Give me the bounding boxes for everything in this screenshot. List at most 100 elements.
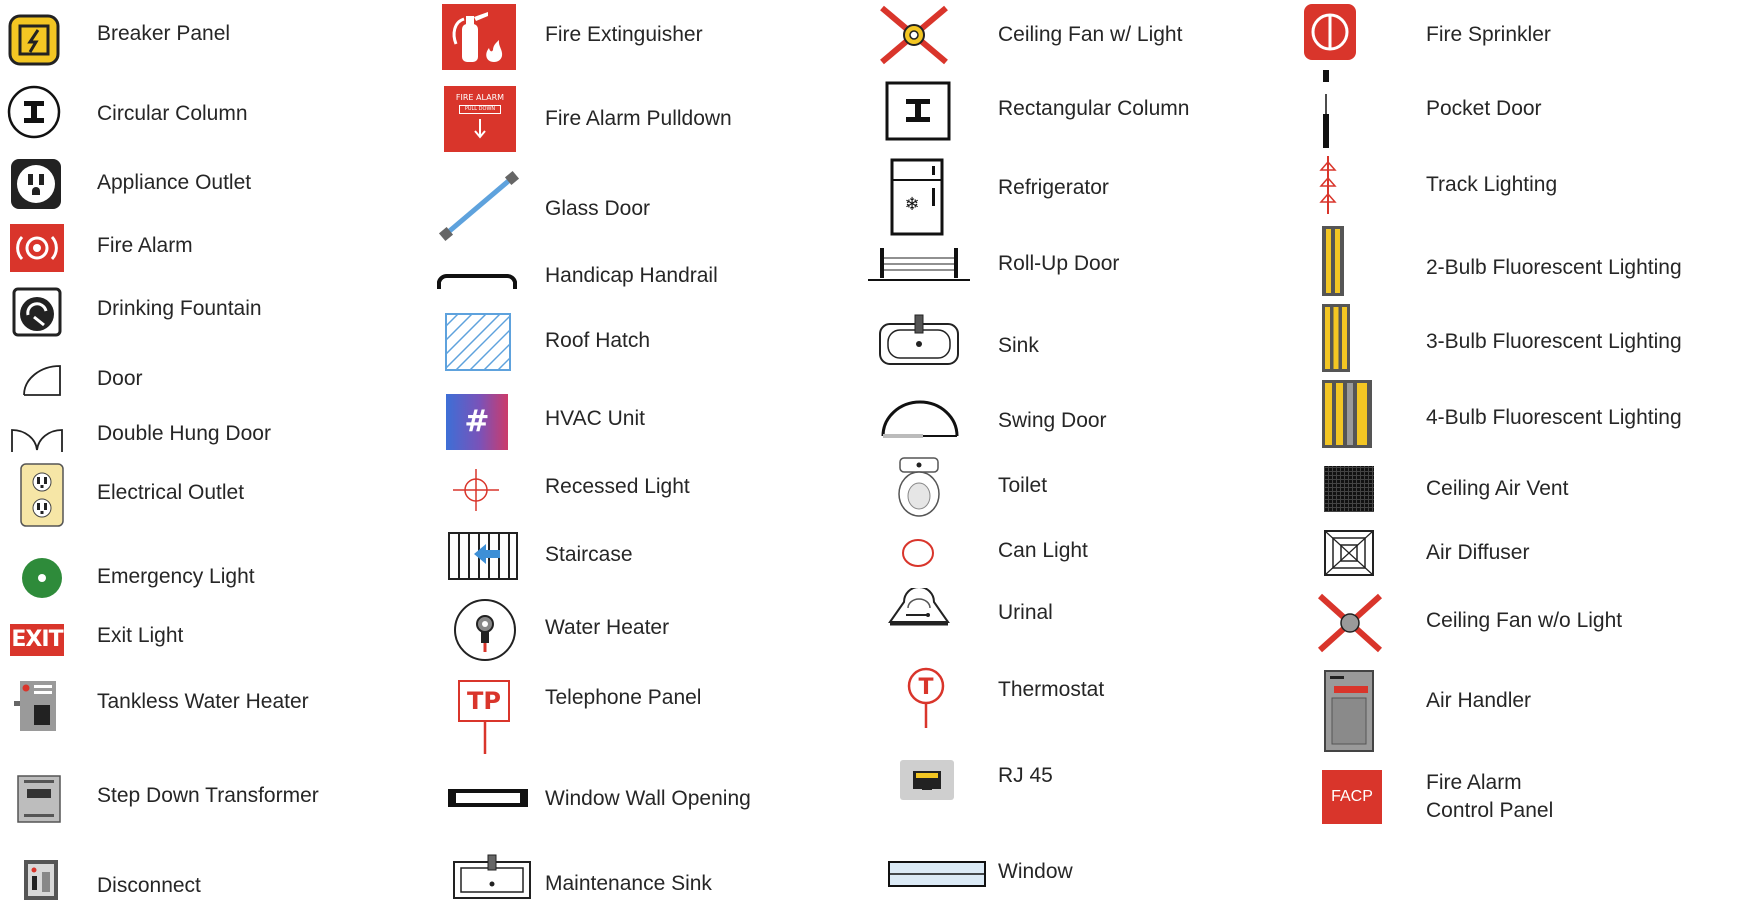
fire-alarm-pulldown-icon: FIRE ALARM PULL DOWN (444, 86, 516, 152)
window-wall-opening-icon (448, 789, 528, 807)
glass-door-icon (438, 170, 520, 242)
exit-light-label: Exit Light (97, 624, 184, 647)
step-down-transformer-icon (17, 775, 61, 823)
rj45-icon (900, 760, 954, 800)
hvac-unit-label: HVAC Unit (545, 407, 645, 430)
thermostat-icon: T (907, 667, 945, 728)
track-lighting-label: Track Lighting (1426, 173, 1558, 196)
can-light-icon (902, 539, 934, 567)
rectangular-column-icon (885, 81, 951, 141)
roll-up-door-icon (868, 248, 970, 281)
urinal-icon (888, 588, 950, 626)
roof-hatch-icon (445, 313, 511, 371)
toilet-icon (898, 457, 940, 517)
air-handler-label: Air Handler (1426, 689, 1532, 712)
sink-icon (879, 314, 959, 365)
air-handler-icon (1324, 670, 1374, 752)
circular-column-icon (7, 85, 61, 139)
hvac-unit-icon: # (446, 394, 508, 450)
pull-down-text: PULL DOWN (459, 105, 501, 114)
telephone-panel-icon: TP (458, 680, 510, 722)
glass-door-label: Glass Door (545, 197, 651, 220)
can-light-label: Can Light (998, 539, 1088, 562)
step-down-transformer-label: Step Down Transformer (97, 784, 319, 807)
ceiling-fan-light-label: Ceiling Fan w/ Light (998, 23, 1183, 46)
telephone-panel-stem-icon (483, 722, 487, 754)
track-lighting-icon (1319, 156, 1337, 214)
ceiling-air-vent-icon (1324, 466, 1374, 512)
tankless-water-heater-label: Tankless Water Heater (97, 690, 309, 713)
exit-sign-icon: EXIT (10, 624, 64, 656)
appliance-outlet-label: Appliance Outlet (97, 171, 252, 194)
fluor-2-label: 2-Bulb Fluorescent Lighting (1426, 256, 1682, 279)
hvac-symbol-text: # (464, 404, 490, 439)
facp-label-line2: Control Panel (1426, 799, 1554, 822)
fire-extinguisher-label: Fire Extinguisher (545, 23, 703, 46)
facp-label-line1: Fire Alarm (1426, 771, 1522, 794)
fire-alarm-sign-text: FIRE ALARM (455, 93, 505, 102)
breaker-panel-label: Breaker Panel (97, 22, 231, 45)
fire-sprinkler-label: Fire Sprinkler (1426, 23, 1551, 46)
pocket-door-icon (1323, 70, 1329, 148)
emergency-light-icon (22, 558, 62, 598)
toilet-label: Toilet (998, 474, 1048, 497)
maintenance-sink-label: Maintenance Sink (545, 872, 712, 895)
air-diffuser-icon (1324, 530, 1374, 576)
disconnect-label: Disconnect (97, 874, 201, 897)
refrigerator-icon: ❄ (890, 158, 944, 236)
facp-text: FACP (1331, 788, 1373, 805)
ceiling-fan-light-icon (880, 5, 948, 65)
appliance-outlet-icon (11, 159, 61, 209)
staircase-label: Staircase (545, 543, 633, 566)
air-diffuser-label: Air Diffuser (1426, 541, 1530, 564)
four-bulb-fluorescent-icon (1322, 380, 1372, 448)
window-icon (888, 861, 986, 887)
circular-column-label: Circular Column (97, 102, 248, 125)
roof-hatch-label: Roof Hatch (545, 329, 651, 352)
drinking-fountain-icon (12, 287, 62, 337)
fluor-3-label: 3-Bulb Fluorescent Lighting (1426, 330, 1682, 353)
fire-alarm-icon (10, 224, 64, 272)
rectangular-column-label: Rectangular Column (998, 97, 1190, 120)
window-label: Window (998, 860, 1073, 883)
handicap-handrail-label: Handicap Handrail (545, 264, 718, 287)
roll-up-door-label: Roll-Up Door (998, 252, 1120, 275)
down-arrow-icon (474, 119, 486, 139)
thermostat-t-text: T (918, 675, 933, 700)
rj45-label: RJ 45 (998, 764, 1053, 787)
ceiling-fan-no-light-label: Ceiling Fan w/o Light (1426, 609, 1623, 632)
thermostat-label: Thermostat (998, 678, 1105, 701)
water-heater-icon (454, 599, 516, 661)
maintenance-sink-icon (453, 854, 531, 899)
two-bulb-fluorescent-icon (1322, 226, 1344, 296)
telephone-panel-label: Telephone Panel (545, 686, 702, 709)
pocket-door-label: Pocket Door (1426, 97, 1542, 120)
emergency-light-label: Emergency Light (97, 565, 255, 588)
ceiling-air-vent-label: Ceiling Air Vent (1426, 477, 1569, 500)
disconnect-icon (24, 860, 58, 900)
handicap-handrail-icon (437, 274, 517, 289)
window-wall-opening-label: Window Wall Opening (545, 787, 751, 810)
exit-sign-text: EXIT (11, 627, 63, 652)
breaker-panel-icon (8, 14, 60, 66)
swing-door-label: Swing Door (998, 409, 1107, 432)
recessed-light-label: Recessed Light (545, 475, 690, 498)
sink-label: Sink (998, 334, 1039, 357)
refrigerator-label: Refrigerator (998, 176, 1109, 199)
fluor-4-label: 4-Bulb Fluorescent Lighting (1426, 406, 1682, 429)
double-hung-door-icon (11, 429, 63, 452)
door-icon (23, 365, 61, 396)
staircase-icon (448, 532, 518, 580)
ceiling-fan-no-light-icon (1317, 593, 1383, 653)
fire-extinguisher-icon (442, 4, 516, 70)
fire-sprinkler-icon (1304, 4, 1356, 60)
door-label: Door (97, 367, 143, 390)
tankless-water-heater-icon (14, 681, 56, 731)
three-bulb-fluorescent-icon (1322, 304, 1350, 372)
electrical-outlet-icon (20, 463, 64, 527)
urinal-label: Urinal (998, 601, 1053, 624)
tp-text: TP (467, 687, 501, 715)
drinking-fountain-label: Drinking Fountain (97, 297, 262, 320)
electrical-outlet-label: Electrical Outlet (97, 481, 245, 504)
facp-icon: FACP (1322, 770, 1382, 824)
